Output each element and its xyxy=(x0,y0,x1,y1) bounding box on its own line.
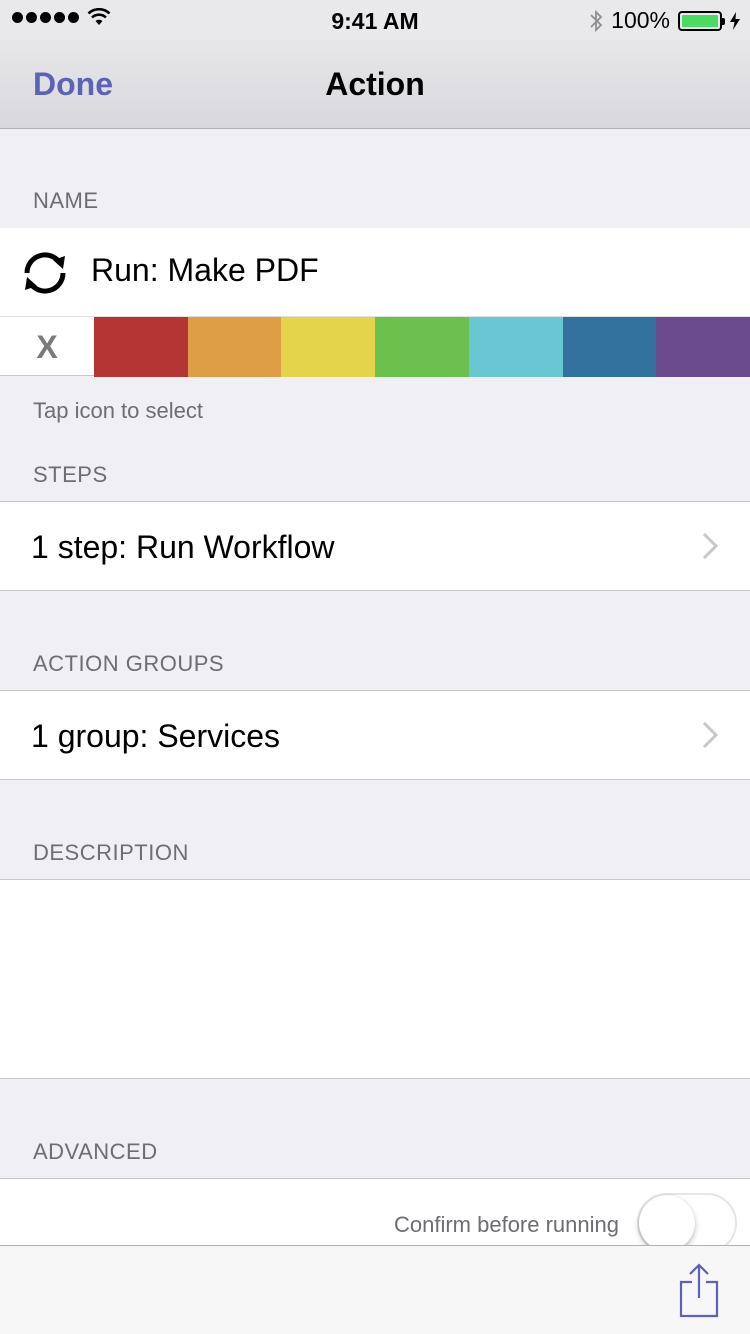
steps-row-label: 1 step: Run Workflow xyxy=(31,529,335,565)
confirm-label: Confirm before running xyxy=(393,1212,619,1237)
description-field[interactable] xyxy=(0,879,750,1079)
color-picker-row: X xyxy=(0,316,750,377)
steps-row[interactable]: 1 step: Run Workflow xyxy=(0,501,750,591)
name-section-footer: Tap icon to select xyxy=(33,398,203,423)
charging-bolt-icon xyxy=(730,11,740,30)
battery-percent: 100% xyxy=(611,7,670,33)
share-icon[interactable] xyxy=(678,1262,720,1318)
color-swatch-5[interactable] xyxy=(468,317,563,377)
color-swatch-7[interactable] xyxy=(656,317,750,377)
groups-row[interactable]: 1 group: Services xyxy=(0,690,750,780)
chevron-right-icon xyxy=(702,532,718,560)
battery-icon xyxy=(678,10,725,31)
color-swatch-2[interactable] xyxy=(187,317,282,377)
description-section-header: DESCRIPTION xyxy=(33,840,189,865)
color-swatch-3[interactable] xyxy=(281,317,376,377)
bluetooth-icon xyxy=(590,9,603,32)
groups-section-header: ACTION GROUPS xyxy=(33,651,225,676)
action-name[interactable]: Run: Make PDF xyxy=(91,252,319,289)
bottom-toolbar xyxy=(0,1245,750,1334)
toggle-knob xyxy=(639,1195,695,1251)
color-swatch-6[interactable] xyxy=(562,317,657,377)
steps-section-header: STEPS xyxy=(33,462,108,487)
status-bar: 9:41 AM 100% xyxy=(0,0,750,40)
advanced-section-header: ADVANCED xyxy=(33,1139,158,1164)
chevron-right-icon xyxy=(702,721,718,749)
color-swatch-4[interactable] xyxy=(375,317,469,377)
sync-icon[interactable] xyxy=(18,246,72,300)
name-row[interactable]: Run: Make PDF xyxy=(0,228,750,316)
confirm-toggle[interactable] xyxy=(637,1193,737,1253)
groups-row-label: 1 group: Services xyxy=(31,718,281,754)
page-title: Action xyxy=(325,66,425,102)
status-right: 100% xyxy=(589,7,740,34)
navigation-bar: Done Action xyxy=(0,40,750,129)
clear-color-button[interactable]: X xyxy=(0,317,94,377)
name-section-header: NAME xyxy=(33,188,99,213)
color-swatch-1[interactable] xyxy=(94,317,188,377)
